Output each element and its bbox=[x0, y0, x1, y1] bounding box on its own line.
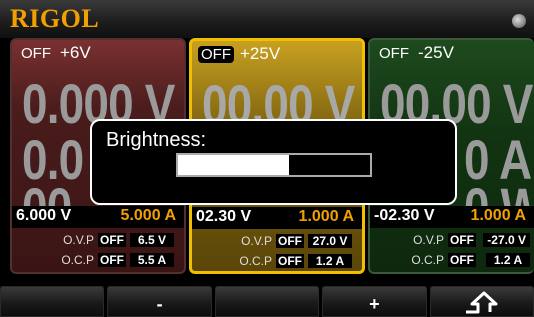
status-light-icon bbox=[512, 14, 526, 28]
brightness-slider-fill bbox=[178, 155, 290, 175]
ovp-label: O.V.P bbox=[63, 233, 94, 247]
ovp-value: -27.0 V bbox=[483, 233, 530, 247]
channel-1-name: +6V bbox=[60, 43, 91, 62]
channel-1-set-voltage: 6.000 V bbox=[16, 207, 72, 224]
channel-2-set-voltage: 02.30 V bbox=[196, 208, 252, 225]
brightness-dialog: Brightness: bbox=[90, 119, 457, 205]
channel-2-name: +25V bbox=[240, 44, 281, 63]
channel-3-set-current: 1.000 A bbox=[470, 207, 526, 224]
ocp-value: 5.5 A bbox=[130, 253, 174, 267]
channel-2-header: OFF +25V bbox=[198, 44, 280, 64]
return-arrow-icon bbox=[465, 291, 498, 314]
dialog-title: Brightness: bbox=[106, 129, 207, 151]
channel-1-state: OFF bbox=[21, 45, 51, 62]
channel-1-setpoints: 6.000 V 5.000 A bbox=[12, 206, 184, 228]
channel-1-header: OFF +6V bbox=[18, 43, 91, 63]
ocp-state: OFF bbox=[98, 253, 126, 267]
channel-3-name: -25V bbox=[418, 43, 454, 62]
softkey-increase[interactable]: + bbox=[322, 286, 427, 317]
channel-2-setpoints: 02.30 V 1.000 A bbox=[192, 207, 362, 229]
ocp-value: 1.2 A bbox=[486, 253, 530, 267]
ovp-state: OFF bbox=[98, 233, 126, 247]
channel-3-setpoints: -02.30 V 1.000 A bbox=[370, 206, 534, 228]
channel-2-state: OFF bbox=[198, 46, 234, 63]
ovp-value: 27.0 V bbox=[308, 234, 352, 248]
ocp-label: O.C.P bbox=[239, 254, 272, 268]
channel-3-state: OFF bbox=[379, 45, 409, 62]
channel-2-set-current: 1.000 A bbox=[298, 208, 354, 225]
softkey-3[interactable] bbox=[214, 286, 320, 317]
channel-3-header: OFF -25V bbox=[376, 43, 454, 63]
channel-3-set-voltage: -02.30 V bbox=[374, 207, 435, 224]
ocp-label: O.C.P bbox=[411, 253, 444, 267]
top-bar: RIGOL bbox=[0, 0, 534, 38]
ocp-state: OFF bbox=[448, 253, 476, 267]
softkey-bar: - + bbox=[0, 286, 534, 317]
ocp-label: O.C.P bbox=[61, 253, 94, 267]
ovp-label: O.V.P bbox=[241, 234, 272, 248]
brightness-slider[interactable] bbox=[176, 153, 372, 177]
brand-logo: RIGOL bbox=[10, 4, 100, 33]
ovp-label: O.V.P bbox=[413, 233, 444, 247]
channel-1-set-current: 5.000 A bbox=[120, 207, 176, 224]
softkey-1[interactable] bbox=[0, 286, 105, 317]
ocp-value: 1.2 A bbox=[308, 254, 352, 268]
ovp-state: OFF bbox=[276, 234, 304, 248]
ovp-value: 6.5 V bbox=[130, 233, 174, 247]
ocp-state: OFF bbox=[276, 254, 304, 268]
ovp-state: OFF bbox=[448, 233, 476, 247]
softkey-return[interactable] bbox=[429, 286, 534, 317]
softkey-decrease[interactable]: - bbox=[107, 286, 212, 317]
